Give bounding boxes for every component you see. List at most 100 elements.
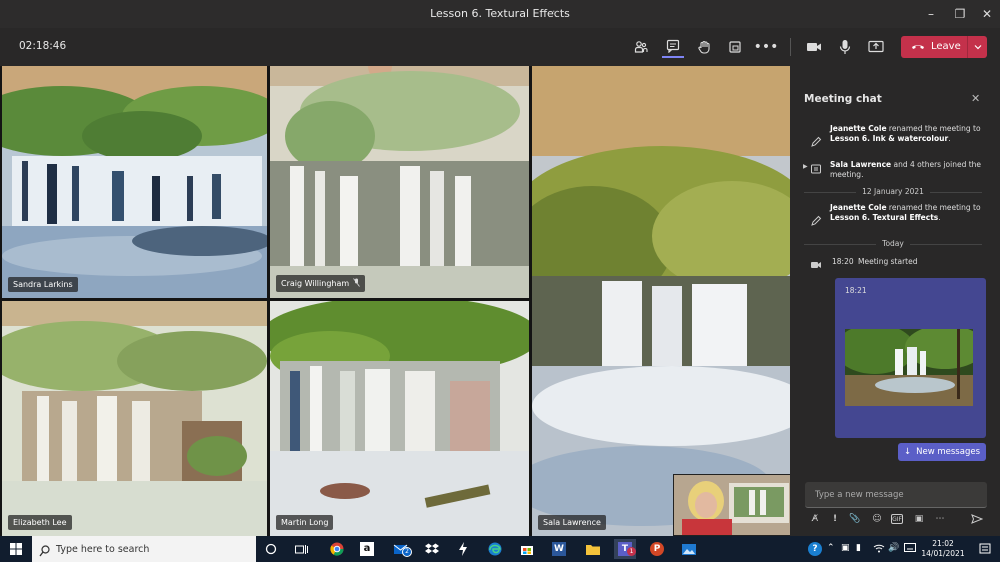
event-actor: Sala Lawrence [830, 160, 892, 169]
security-icon[interactable]: ▣ [841, 543, 850, 553]
new-messages-label: New messages [916, 447, 980, 457]
hang-up-icon [911, 41, 925, 54]
microphone-icon[interactable] [834, 36, 856, 58]
toolbar-divider [790, 38, 791, 56]
event-text: renamed the meeting to [886, 203, 981, 212]
more-actions-icon[interactable]: ••• [754, 36, 779, 58]
waterfall-painting-5 [270, 301, 529, 536]
meeting-camera-icon [810, 255, 822, 268]
chat-message-card[interactable]: 18:21 [835, 278, 986, 438]
store-icon[interactable] [516, 539, 538, 559]
date-separator: Today [804, 239, 982, 249]
meeting-started-label: Meeting started [858, 257, 918, 266]
volume-icon[interactable]: 🔊 [888, 543, 899, 553]
edge-icon[interactable] [484, 539, 506, 559]
video-tile-elizabeth-lee[interactable]: Elizabeth Lee [2, 301, 267, 536]
keyboard-icon[interactable] [904, 543, 916, 555]
search-icon [39, 542, 50, 561]
waterfall-painting-4 [2, 301, 267, 536]
meeting-timer: 02:18:46 [19, 40, 67, 52]
restore-button[interactable]: ❐ [947, 3, 973, 25]
emoji-icon[interactable]: ☺ [870, 512, 884, 526]
window-title: Lesson 6. Textural Effects [430, 7, 570, 20]
event-target: Lesson 6. Textural Effects [830, 213, 939, 222]
wifi-icon[interactable] [873, 543, 885, 556]
raise-hand-icon[interactable] [693, 36, 715, 58]
show-hidden-icons-icon[interactable]: ⌃ [827, 543, 835, 553]
participants-icon[interactable] [630, 36, 652, 58]
camera-icon[interactable] [803, 36, 825, 58]
help-icon[interactable]: ? [804, 539, 826, 559]
meeting-started-time: 18:20 [832, 257, 854, 266]
photos-icon[interactable] [678, 539, 700, 559]
clock-date: 14/01/2021 [921, 549, 965, 558]
video-tile-sandra-larkins[interactable]: Sandra Larkins [2, 66, 267, 298]
powerpoint-icon[interactable]: P [646, 539, 668, 559]
taskbar-search-box[interactable]: Type here to search [32, 536, 256, 562]
title-bar: Lesson 6. Textural Effects ··· – ❐ ✕ [0, 0, 1000, 28]
expand-caret-icon[interactable]: ▶ [803, 163, 808, 170]
format-icon[interactable]: A̸ [808, 512, 822, 526]
pencil-icon [810, 212, 822, 226]
clock-time: 21:02 [932, 539, 954, 548]
gif-icon[interactable]: GIF [891, 514, 903, 524]
video-grid: Sandra Larkins Craig Willingham Sala Law… [0, 66, 790, 536]
meeting-chat-panel: Meeting chat ✕ Jeanette Cole renamed the… [790, 66, 1000, 536]
minimize-button[interactable]: – [918, 3, 944, 25]
battery-icon[interactable]: ▮ [856, 543, 861, 553]
event-actor: Jeanette Cole [830, 124, 887, 133]
participant-name: Sandra Larkins [8, 277, 78, 292]
windows-start-icon[interactable] [5, 539, 27, 559]
sticker-icon[interactable]: ▣ [912, 512, 926, 526]
word-icon[interactable]: W [548, 539, 570, 559]
video-tile-sala-lawrence[interactable]: Sala Lawrence [532, 66, 790, 536]
important-icon[interactable]: ! [828, 512, 842, 526]
share-tray-icon[interactable] [724, 36, 746, 58]
mail-icon[interactable]: 2 [390, 539, 412, 559]
video-tile-craig-willingham[interactable]: Craig Willingham [270, 66, 529, 298]
arrow-down-icon: ↓ [904, 447, 912, 457]
close-window-button[interactable]: ✕ [974, 3, 1000, 25]
new-messages-button[interactable]: ↓ New messages [898, 443, 986, 461]
zap-app-icon[interactable] [452, 539, 474, 559]
amazon-icon[interactable]: a [356, 539, 378, 559]
search-placeholder: Type here to search [56, 544, 150, 555]
compose-message-input[interactable] [805, 482, 987, 508]
more-options-icon[interactable]: ⋯ [933, 512, 947, 526]
dropbox-icon[interactable] [421, 539, 443, 559]
shared-waterfall-photo[interactable] [845, 329, 973, 406]
cortana-icon[interactable] [260, 539, 282, 559]
title-more-icon[interactable]: ··· [552, 5, 563, 18]
event-actor: Jeanette Cole [830, 203, 887, 212]
windows-taskbar: Type here to search a 2 W T 1 P ? ⌃ ▣ ▮ … [0, 536, 1000, 562]
task-view-icon[interactable] [290, 539, 312, 559]
chat-icon[interactable] [662, 36, 684, 58]
leave-label: Leave [931, 41, 961, 52]
send-icon[interactable] [970, 512, 984, 526]
teams-icon[interactable]: T 1 [614, 539, 636, 559]
event-text: renamed the meeting to [886, 124, 981, 133]
participant-name: Sala Lawrence [538, 515, 606, 530]
taskbar-clock[interactable]: 21:02 14/01/2021 [920, 539, 966, 559]
mail-badge: 2 [402, 547, 412, 557]
leave-options-chevron-icon[interactable] [967, 36, 987, 58]
video-tile-martin-long[interactable]: Martin Long [270, 301, 529, 536]
event-suffix: . [938, 213, 941, 222]
notifications-icon[interactable] [974, 539, 996, 559]
date-separator: 12 January 2021 [804, 187, 982, 197]
waterfall-painting-1 [2, 66, 267, 298]
teams-badge: 1 [627, 547, 636, 556]
meeting-toolbar: 02:18:46 ••• Leave [0, 28, 1000, 66]
chrome-icon[interactable] [326, 539, 348, 559]
attach-icon[interactable]: 📎 [848, 512, 862, 526]
participant-name: Elizabeth Lee [8, 515, 72, 530]
share-screen-icon[interactable] [865, 36, 887, 58]
self-view-video[interactable] [673, 474, 791, 536]
compose-box[interactable] [805, 482, 987, 508]
event-target: Lesson 6. Ink & watercolour [830, 134, 949, 143]
waterfall-painting-3 [532, 66, 790, 536]
close-chat-icon[interactable]: ✕ [971, 92, 980, 105]
message-time: 18:21 [845, 286, 867, 295]
file-explorer-icon[interactable] [582, 539, 604, 559]
leave-button[interactable]: Leave [901, 36, 987, 58]
